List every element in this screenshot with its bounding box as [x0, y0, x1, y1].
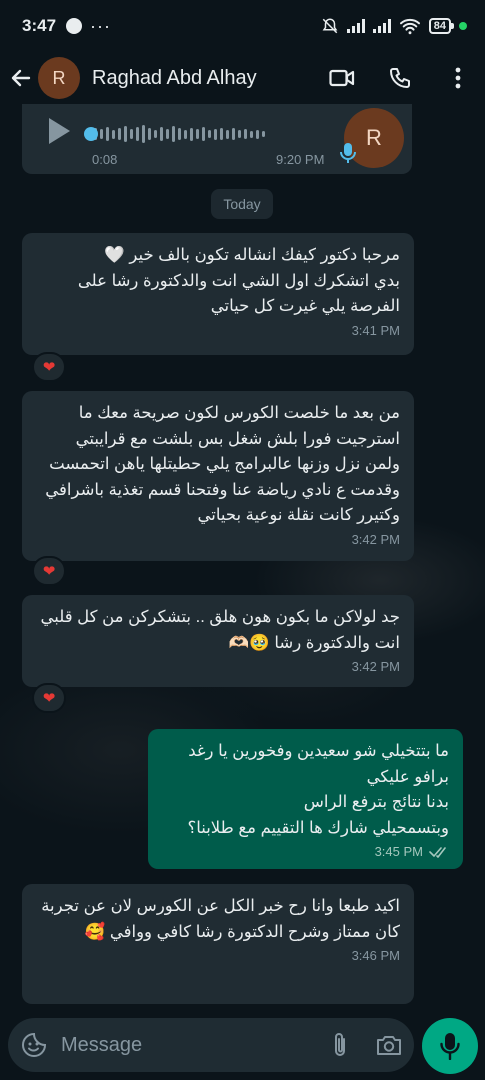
camera-button[interactable]: [375, 1031, 402, 1059]
message-text: مرحبا دكتور كيفك انشاله تكون بالف خير 🤍 …: [77, 246, 400, 315]
back-button[interactable]: [8, 65, 34, 91]
status-right-icons: 84: [321, 17, 467, 35]
message-bubble-outgoing[interactable]: ما بتتخيلي شو سعيدين وفخورين يا رغد براف…: [148, 729, 463, 869]
signal-2-icon: [372, 19, 391, 33]
phone-icon: [390, 68, 410, 88]
date-separator: Today: [211, 189, 273, 219]
status-time: 3:47: [22, 16, 57, 35]
privacy-indicator-icon: [459, 22, 467, 30]
read-receipt-icon: [429, 847, 446, 858]
mic-badge-icon: [340, 142, 356, 169]
reaction-heart-icon[interactable]: ❤: [32, 352, 66, 382]
message-input[interactable]: [61, 1033, 326, 1057]
message-time: 3:46 PM: [351, 948, 400, 963]
voice-message-bubble[interactable]: 0:08 9:20 PM R: [22, 104, 412, 174]
message-bubble-incoming[interactable]: مرحبا دكتور كيفك انشاله تكون بالف خير 🤍 …: [22, 233, 414, 355]
app-notification-icon: [66, 18, 83, 34]
message-time: 3:45 PM: [374, 844, 423, 859]
header-actions: [329, 65, 471, 91]
message-bubble-incoming[interactable]: اكيد طبعا وانا رح خبر الكل عن الكورس لان…: [22, 884, 414, 1004]
voice-duration: 0:08: [92, 152, 118, 167]
mute-icon: [322, 18, 338, 34]
contact-name[interactable]: Raghad Abd Alhay: [92, 67, 329, 90]
wifi-icon: [399, 18, 420, 35]
voice-timestamp: 9:20 PM: [276, 152, 325, 167]
microphone-icon: [440, 1033, 460, 1060]
chat-screen: 3:47 ··· 84 R Raghad Abd Alhay 0:08 9:20…: [0, 0, 485, 1080]
signal-1-icon: [346, 19, 365, 33]
message-time: 3:42 PM: [351, 659, 400, 674]
message-time: 3:41 PM: [351, 322, 400, 338]
video-call-button[interactable]: [329, 65, 355, 91]
play-icon: [49, 118, 70, 144]
status-notification-icons: ···: [66, 16, 111, 37]
video-camera-icon: [329, 69, 355, 87]
message-text: ما بتتخيلي شو سعيدين وفخورين يا رغد براف…: [187, 742, 449, 837]
voice-record-button[interactable]: [422, 1018, 478, 1074]
sticker-icon: [21, 1032, 46, 1057]
status-bar: 3:47 ··· 84: [0, 0, 485, 52]
contact-avatar[interactable]: R: [38, 57, 80, 99]
more-notifications-icon: ···: [90, 15, 112, 36]
message-bubble-incoming[interactable]: جد لولاكن ما بكون هون هلق .. بتشكركن من …: [22, 595, 414, 687]
chat-header: R Raghad Abd Alhay: [0, 52, 485, 104]
arrow-left-icon: [11, 69, 31, 87]
message-time: 3:42 PM: [351, 531, 400, 547]
message-time-row: 3:45 PM: [162, 843, 449, 861]
voice-waveform[interactable]: [88, 124, 265, 144]
play-button[interactable]: [46, 116, 72, 151]
battery-icon: 84: [428, 18, 455, 34]
kebab-menu-icon: [455, 67, 461, 89]
message-text: اكيد طبعا وانا رح خبر الكل عن الكورس لان…: [41, 897, 400, 941]
voice-call-button[interactable]: [387, 65, 413, 91]
sticker-button[interactable]: [20, 1031, 47, 1059]
more-options-button[interactable]: [445, 65, 471, 91]
attach-button[interactable]: [326, 1031, 353, 1059]
message-text: من بعد ما خلصت الكورس لكون صريحة معك ما …: [45, 404, 400, 524]
camera-icon: [376, 1036, 401, 1055]
reaction-heart-icon[interactable]: ❤: [32, 683, 66, 713]
message-composer: [8, 1018, 414, 1072]
message-bubble-incoming[interactable]: من بعد ما خلصت الكورس لكون صريحة معك ما …: [22, 391, 414, 561]
playback-position-handle[interactable]: [84, 127, 98, 141]
reaction-heart-icon[interactable]: ❤: [32, 556, 66, 586]
message-text: جد لولاكن ما بكون هون هلق .. بتشكركن من …: [40, 608, 400, 652]
paperclip-icon: [334, 1033, 345, 1056]
